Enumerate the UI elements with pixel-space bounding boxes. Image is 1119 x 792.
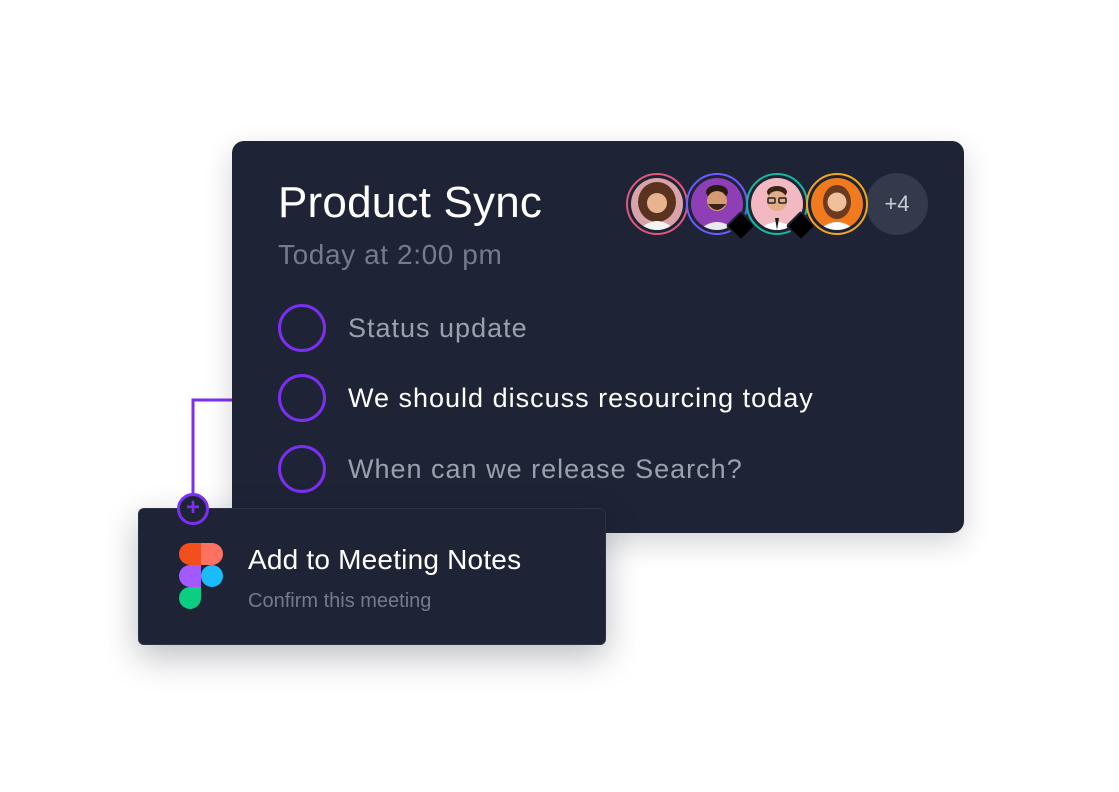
popup-subtitle: Confirm this meeting [248,590,432,612]
popup-title: Add to Meeting Notes [248,544,522,575]
attendee-avatar[interactable] [806,173,868,235]
agenda-item[interactable]: When can we release Search? [278,445,918,495]
agenda-checkbox[interactable] [278,445,326,493]
agenda-checkbox[interactable] [278,374,326,422]
meeting-card: Product Sync Today at 2:00 pm +4 Status … [232,141,964,533]
agenda-item[interactable]: Status update [278,304,918,354]
attendee-avatars: +4 [626,173,936,242]
attendee-avatar[interactable] [626,173,688,235]
attendee-avatar[interactable] [746,173,817,242]
agenda-item-label: When can we release Search? [348,454,743,484]
attendee-avatar[interactable] [686,173,757,242]
avatar-woman-curly-hair-icon [631,178,683,230]
meeting-time: Today at 2:00 pm [278,239,503,270]
agenda-checkbox[interactable] [278,304,326,352]
meeting-title: Product Sync [278,178,543,227]
agenda-item[interactable]: We should discuss resourcing today [278,374,918,424]
avatar-woman-smiling-icon [811,178,863,230]
agenda-item-label: We should discuss resourcing today [348,383,814,413]
plus-icon[interactable]: + [177,493,209,525]
add-to-notes-popup[interactable]: Add to Meeting Notes Confirm this meetin… [138,508,606,645]
figma-icon [179,543,223,614]
agenda-item-label: Status update [348,313,528,343]
more-attendees-count[interactable]: +4 [866,173,928,235]
